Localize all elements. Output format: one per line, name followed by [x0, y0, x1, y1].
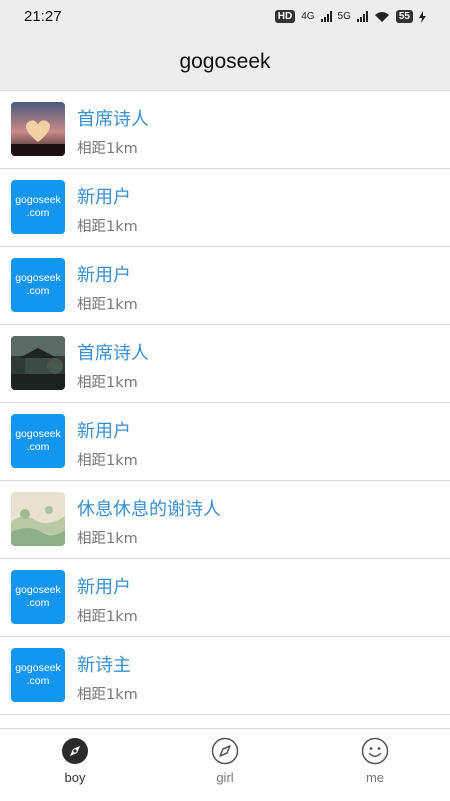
list-item[interactable]: gogoseek .com 新用户 相距1km	[0, 169, 450, 247]
status-bar: 21:27 HD 4G 5G 55	[0, 0, 450, 36]
tab-me-label: me	[365, 770, 385, 785]
user-distance: 相距1km	[77, 531, 138, 547]
gogoseek-logo-avatar: gogoseek .com	[11, 414, 65, 468]
compass-outline-icon	[211, 737, 239, 765]
user-name: 新用户	[77, 265, 131, 286]
user-distance: 相距1km	[77, 141, 138, 157]
landscape-painting	[11, 492, 65, 546]
signal-4g-icon	[320, 11, 332, 22]
user-name: 休息休息的谢诗人	[77, 499, 221, 520]
battery-icon: 55	[395, 10, 413, 23]
status-icons: HD 4G 5G 55	[274, 10, 426, 23]
net-5g-label: 5G	[337, 11, 351, 22]
signal-5g-icon	[356, 11, 368, 22]
page-title: gogoseek	[179, 50, 271, 73]
list-item[interactable]: gogoseek .com 新用户 相距1km	[0, 559, 450, 637]
app-header: gogoseek	[0, 36, 450, 91]
user-name: 新用户	[77, 421, 131, 442]
wifi-icon	[374, 11, 389, 22]
tab-me[interactable]: me	[300, 729, 450, 801]
user-name: 首席诗人	[77, 109, 149, 130]
user-name: 首席诗人	[77, 343, 149, 364]
user-distance: 相距1km	[77, 453, 138, 469]
user-list: 首席诗人 相距1km gogoseek .com 新用户 相距1km gogos…	[0, 91, 450, 715]
list-item[interactable]: gogoseek .com 新诗主 相距1km	[0, 637, 450, 715]
list-item[interactable]: 休息休息的谢诗人 相距1km	[0, 481, 450, 559]
user-distance: 相距1km	[77, 219, 138, 235]
avatar	[11, 102, 65, 156]
tab-boy[interactable]: boy	[0, 729, 150, 801]
user-name: 新诗主	[77, 655, 131, 676]
user-distance: 相距1km	[77, 297, 138, 313]
user-distance: 相距1km	[77, 375, 138, 391]
gogoseek-logo-avatar: gogoseek .com	[11, 570, 65, 624]
tab-boy-label: boy	[64, 770, 86, 785]
list-item[interactable]: gogoseek .com 新用户 相距1km	[0, 403, 450, 481]
pavilion-photo	[11, 336, 65, 390]
net-4g-label: 4G	[301, 11, 315, 22]
avatar	[11, 492, 65, 546]
heart-photo	[11, 102, 65, 156]
compass-filled-icon	[62, 738, 88, 764]
gogoseek-logo-avatar: gogoseek .com	[11, 258, 65, 312]
smiley-icon	[361, 737, 389, 765]
user-name: 新用户	[77, 187, 131, 208]
tab-girl[interactable]: girl	[150, 729, 300, 801]
user-distance: 相距1km	[77, 609, 138, 625]
user-distance: 相距1km	[77, 687, 138, 703]
bottom-nav: boy girl me	[0, 728, 450, 801]
user-name: 新用户	[77, 577, 131, 598]
charging-icon	[419, 10, 426, 23]
tab-girl-label: girl	[216, 770, 234, 785]
avatar	[11, 336, 65, 390]
status-time: 21:27	[24, 8, 62, 25]
gogoseek-logo-avatar: gogoseek .com	[11, 648, 65, 702]
list-item[interactable]: 首席诗人 相距1km	[0, 325, 450, 403]
list-item[interactable]: gogoseek .com 新用户 相距1km	[0, 247, 450, 325]
hd-badge: HD	[274, 10, 296, 23]
list-item[interactable]: 首席诗人 相距1km	[0, 91, 450, 169]
gogoseek-logo-avatar: gogoseek .com	[11, 180, 65, 234]
